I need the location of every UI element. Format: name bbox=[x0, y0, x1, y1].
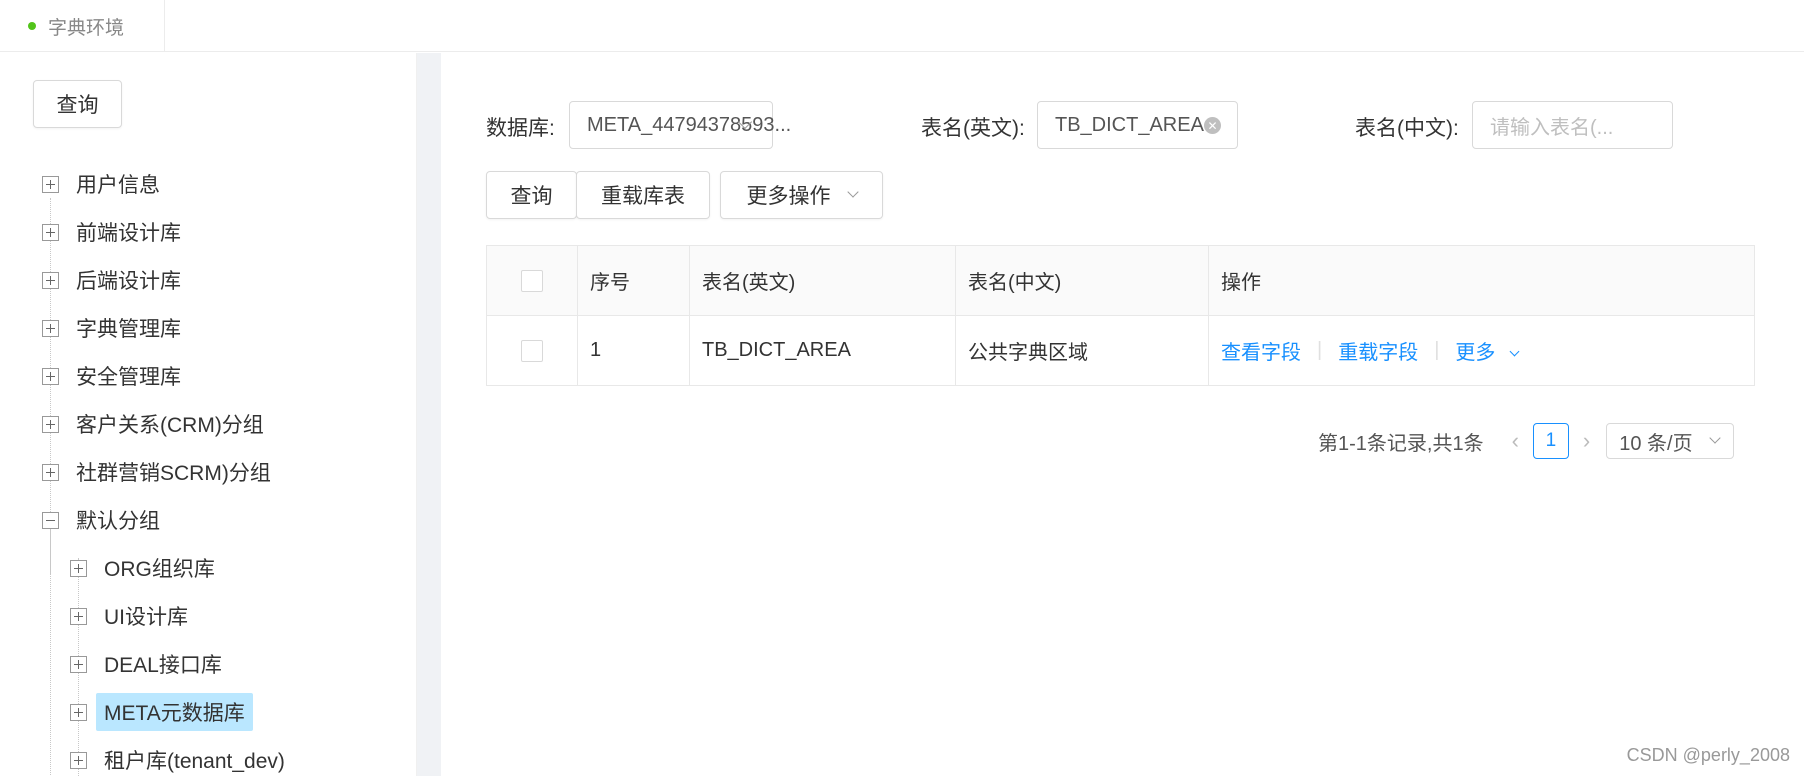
tree-node-dict-management[interactable]: 字典管理库 bbox=[42, 310, 181, 346]
query-button[interactable]: 查询 bbox=[486, 171, 577, 219]
tree-node-label: 默认分组 bbox=[76, 510, 160, 533]
expand-icon[interactable] bbox=[70, 703, 87, 721]
table-row: 1 TB_DICT_AREA 公共字典区域 查看字段 | 重载字段 | 更多 bbox=[487, 316, 1754, 385]
row-name-cn: 公共字典区域 bbox=[956, 316, 1209, 385]
expand-icon[interactable] bbox=[70, 559, 87, 577]
header-actions: 操作 bbox=[1221, 272, 1261, 294]
chevron-down-icon bbox=[1709, 432, 1721, 444]
tree-node-label: 用户信息 bbox=[76, 174, 160, 197]
chevron-down-icon bbox=[1509, 346, 1520, 357]
table-cn-label: 表名(中文): bbox=[1355, 117, 1459, 140]
panel-divider[interactable] bbox=[417, 53, 441, 776]
tree-node-frontend-design[interactable]: 前端设计库 bbox=[42, 214, 181, 250]
page-size-select[interactable]: 10 条/页 bbox=[1606, 423, 1735, 459]
header-name-cn: 表名(中文) bbox=[956, 246, 1209, 315]
main-content: 数据库: META_44794378593... 表名(英文): TB_DICT… bbox=[441, 53, 1804, 776]
tree-node-meta-db[interactable]: META元数据库 bbox=[70, 693, 253, 731]
clear-icon[interactable]: ✕ bbox=[1204, 117, 1221, 134]
tree-node-org[interactable]: ORG组织库 bbox=[70, 550, 215, 586]
more-link-label: 更多 bbox=[1455, 342, 1496, 364]
status-dot bbox=[28, 22, 36, 30]
tree-node-label: DEAL接口库 bbox=[104, 654, 222, 677]
expand-icon[interactable] bbox=[42, 271, 59, 289]
expand-icon[interactable] bbox=[42, 319, 59, 337]
chevron-down-icon bbox=[846, 186, 859, 198]
tree-node-security-management[interactable]: 安全管理库 bbox=[42, 358, 181, 394]
row-name-en: TB_DICT_AREA bbox=[690, 316, 956, 385]
tree-node-label: 租户库(tenant_dev) bbox=[104, 750, 285, 773]
table-en-value: TB_DICT_AREA bbox=[1055, 113, 1204, 136]
row-actions: 查看字段 | 重载字段 | 更多 bbox=[1209, 316, 1754, 385]
table-en-input[interactable]: TB_DICT_AREA ✕ bbox=[1037, 101, 1238, 149]
row-checkbox[interactable] bbox=[521, 339, 543, 362]
expand-icon[interactable] bbox=[42, 463, 59, 481]
tree-node-label: 社群营销SCRM)分组 bbox=[76, 462, 271, 485]
action-separator: | bbox=[1434, 339, 1440, 361]
row-index: 1 bbox=[578, 316, 690, 385]
more-link[interactable]: 更多 bbox=[1455, 336, 1520, 365]
table-header: 序号 表名(英文) 表名(中文) 操作 bbox=[487, 246, 1754, 316]
table-cn-placeholder: 请输入表名(... bbox=[1490, 116, 1614, 139]
tree-node-deal-interface[interactable]: DEAL接口库 bbox=[70, 646, 222, 682]
tree-node-tenant[interactable]: 租户库(tenant_dev) bbox=[70, 742, 285, 776]
database-select-value: META_44794378593... bbox=[587, 113, 792, 136]
tree-node-label: 客户关系(CRM)分组 bbox=[76, 414, 264, 437]
table-cn-input[interactable]: 请输入表名(... bbox=[1472, 101, 1673, 149]
header-select-cell bbox=[487, 246, 578, 315]
next-page-icon[interactable]: › bbox=[1583, 428, 1590, 454]
tree-node-user-info[interactable]: 用户信息 bbox=[42, 166, 160, 202]
database-select[interactable]: META_44794378593... bbox=[569, 101, 791, 149]
collapse-icon[interactable] bbox=[42, 511, 59, 529]
tab-label: 字典环境 bbox=[48, 17, 125, 39]
tree-node-label: UI设计库 bbox=[104, 606, 188, 629]
tree-node-default-group[interactable]: 默认分组 bbox=[42, 502, 160, 538]
select-all-checkbox[interactable] bbox=[521, 269, 543, 292]
tree-node-label: ORG组织库 bbox=[104, 558, 215, 581]
expand-icon[interactable] bbox=[42, 175, 59, 193]
tree-node-label: 字典管理库 bbox=[76, 318, 181, 341]
tree-node-ui-design[interactable]: UI设计库 bbox=[70, 598, 188, 634]
expand-icon[interactable] bbox=[42, 415, 59, 433]
header-name-en: 表名(英文) bbox=[690, 246, 956, 315]
tree-connector-children bbox=[50, 521, 51, 776]
database-label: 数据库: bbox=[486, 117, 555, 140]
tree-node-label: 安全管理库 bbox=[76, 366, 181, 389]
tree-node-crm-group[interactable]: 客户关系(CRM)分组 bbox=[42, 406, 264, 442]
page-size-value: 10 条/页 bbox=[1619, 432, 1693, 455]
sidebar-query-button[interactable]: 查询 bbox=[33, 80, 122, 128]
tree-node-label-selected: META元数据库 bbox=[96, 693, 253, 731]
tree-node-label: 前端设计库 bbox=[76, 222, 181, 245]
more-actions-label: 更多操作 bbox=[746, 185, 831, 208]
expand-icon[interactable] bbox=[42, 367, 59, 385]
header-index: 序号 bbox=[578, 246, 690, 315]
action-separator: | bbox=[1317, 339, 1323, 361]
prev-page-icon[interactable]: ‹ bbox=[1512, 428, 1519, 454]
row-select-cell bbox=[487, 316, 578, 385]
view-fields-link[interactable]: 查看字段 bbox=[1221, 336, 1301, 365]
page-button-current[interactable]: 1 bbox=[1532, 423, 1569, 459]
watermark: CSDN @perly_2008 bbox=[1626, 745, 1790, 765]
reload-fields-link[interactable]: 重载字段 bbox=[1338, 336, 1418, 365]
expand-icon[interactable] bbox=[42, 223, 59, 241]
pagination: 第1-1条记录,共1条 ‹ 1 › 10 条/页 bbox=[1318, 423, 1735, 459]
reload-tables-button[interactable]: 重载库表 bbox=[576, 171, 710, 219]
expand-icon[interactable] bbox=[70, 751, 87, 769]
more-actions-button[interactable]: 更多操作 bbox=[720, 171, 883, 219]
sidebar-tree-panel: 查询 用户信息 前端设计库 后端设计库 字典管理库 安全管理库 客户关系(CRM… bbox=[0, 53, 417, 776]
expand-icon[interactable] bbox=[70, 655, 87, 673]
tree-node-backend-design[interactable]: 后端设计库 bbox=[42, 262, 181, 298]
tab-dictionary-env[interactable]: 字典环境 bbox=[0, 0, 165, 52]
tab-bar: 字典环境 bbox=[0, 0, 1804, 52]
pagination-summary: 第1-1条记录,共1条 bbox=[1318, 432, 1484, 455]
tables-grid: 序号 表名(英文) 表名(中文) 操作 1 TB_DICT_AREA 公共字典区… bbox=[486, 245, 1755, 386]
tree-node-scrm-group[interactable]: 社群营销SCRM)分组 bbox=[42, 454, 271, 490]
expand-icon[interactable] bbox=[70, 607, 87, 625]
table-en-label: 表名(英文): bbox=[921, 117, 1025, 140]
tree-node-label: 后端设计库 bbox=[76, 270, 181, 293]
